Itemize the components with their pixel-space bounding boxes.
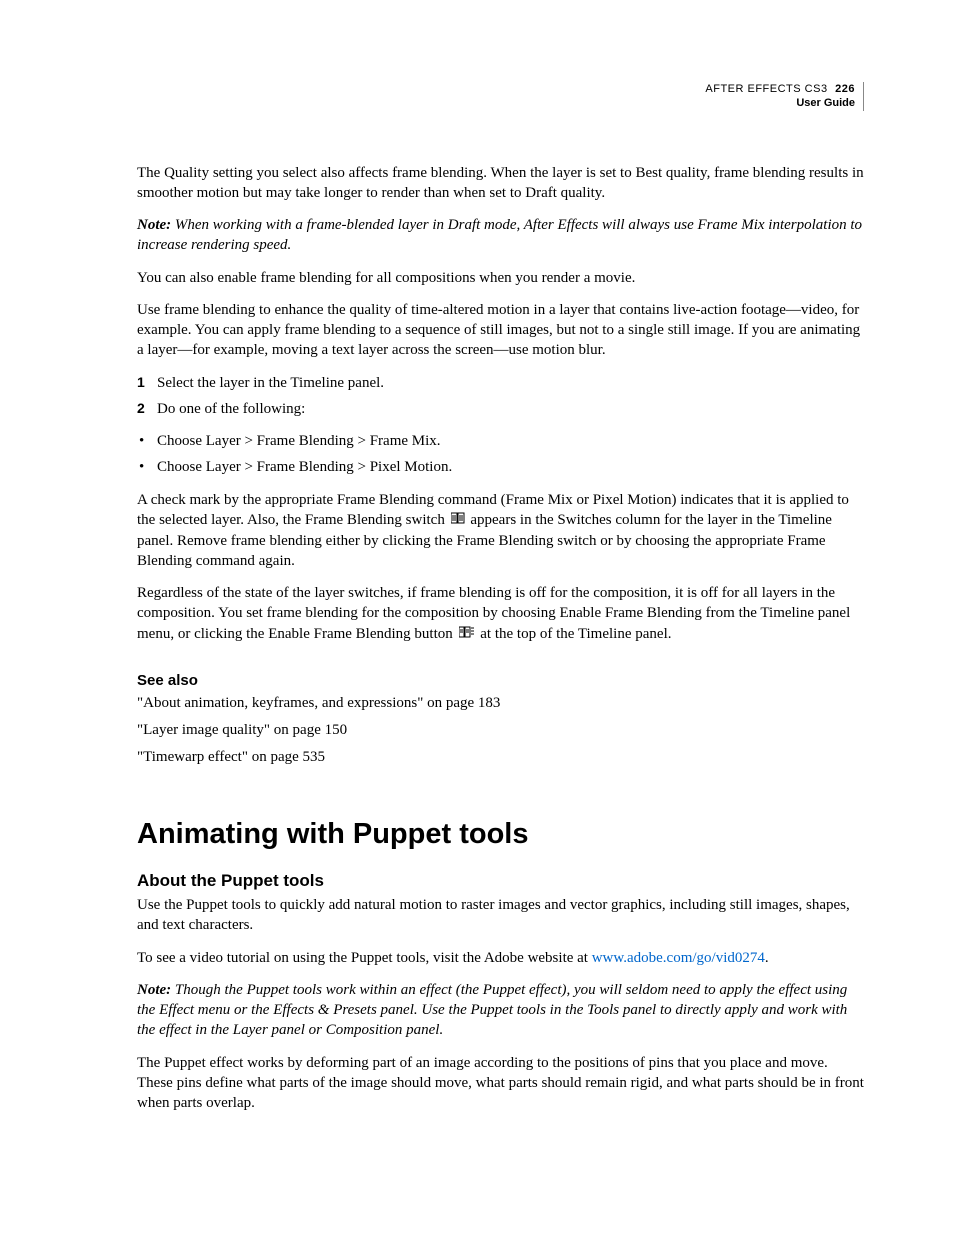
body-paragraph: Use the Puppet tools to quickly add natu… bbox=[137, 895, 864, 936]
section-heading: Animating with Puppet tools bbox=[137, 818, 864, 851]
step-number: 1 bbox=[137, 373, 145, 392]
note-body: When working with a frame-blended layer … bbox=[137, 217, 862, 253]
see-also-heading: See also bbox=[137, 672, 864, 689]
document-page: AFTER EFFECTS CS3 226 User Guide The Qua… bbox=[0, 0, 954, 1185]
see-also-link[interactable]: "Layer image quality" on page 150 bbox=[137, 722, 864, 739]
frame-blending-switch-icon bbox=[451, 510, 465, 530]
body-paragraph: Use frame blending to enhance the qualit… bbox=[137, 300, 864, 361]
bullet-item: Choose Layer > Frame Blending > Frame Mi… bbox=[137, 431, 864, 451]
body-paragraph: Regardless of the state of the layer swi… bbox=[137, 583, 864, 644]
product-name: AFTER EFFECTS CS3 bbox=[705, 83, 827, 95]
see-also-link[interactable]: "Timewarp effect" on page 535 bbox=[137, 749, 864, 766]
step-text: Do one of the following: bbox=[157, 401, 305, 417]
numbered-steps: 1 Select the layer in the Timeline panel.… bbox=[137, 373, 864, 420]
note-paragraph: Note: Though the Puppet tools work withi… bbox=[137, 980, 864, 1041]
bullet-list: Choose Layer > Frame Blending > Frame Mi… bbox=[137, 431, 864, 478]
page-header: AFTER EFFECTS CS3 226 User Guide bbox=[137, 82, 864, 111]
body-paragraph: To see a video tutorial on using the Pup… bbox=[137, 948, 864, 968]
header-product-line: AFTER EFFECTS CS3 226 bbox=[705, 82, 864, 96]
text-run: To see a video tutorial on using the Pup… bbox=[137, 950, 592, 966]
step-number: 2 bbox=[137, 399, 145, 418]
header-subtitle: User Guide bbox=[796, 96, 864, 110]
note-body: Though the Puppet tools work within an e… bbox=[137, 982, 847, 1039]
body-paragraph: The Puppet effect works by deforming par… bbox=[137, 1053, 864, 1114]
note-paragraph: Note: When working with a frame-blended … bbox=[137, 215, 864, 256]
page-number: 226 bbox=[835, 83, 855, 95]
enable-frame-blending-button-icon bbox=[459, 624, 475, 644]
step-item: 1 Select the layer in the Timeline panel. bbox=[137, 373, 864, 393]
body-paragraph: A check mark by the appropriate Frame Bl… bbox=[137, 490, 864, 571]
bullet-item: Choose Layer > Frame Blending > Pixel Mo… bbox=[137, 457, 864, 477]
body-paragraph: You can also enable frame blending for a… bbox=[137, 268, 864, 288]
text-run: . bbox=[765, 950, 769, 966]
step-text: Select the layer in the Timeline panel. bbox=[157, 375, 384, 391]
tutorial-link[interactable]: www.adobe.com/go/vid0274 bbox=[592, 950, 765, 966]
step-item: 2 Do one of the following: bbox=[137, 399, 864, 419]
see-also-link[interactable]: "About animation, keyframes, and express… bbox=[137, 695, 864, 712]
body-paragraph: The Quality setting you select also affe… bbox=[137, 163, 864, 204]
text-run: at the top of the Timeline panel. bbox=[477, 626, 672, 642]
note-label: Note: bbox=[137, 982, 171, 998]
note-label: Note: bbox=[137, 217, 171, 233]
sub-heading: About the Puppet tools bbox=[137, 871, 864, 891]
